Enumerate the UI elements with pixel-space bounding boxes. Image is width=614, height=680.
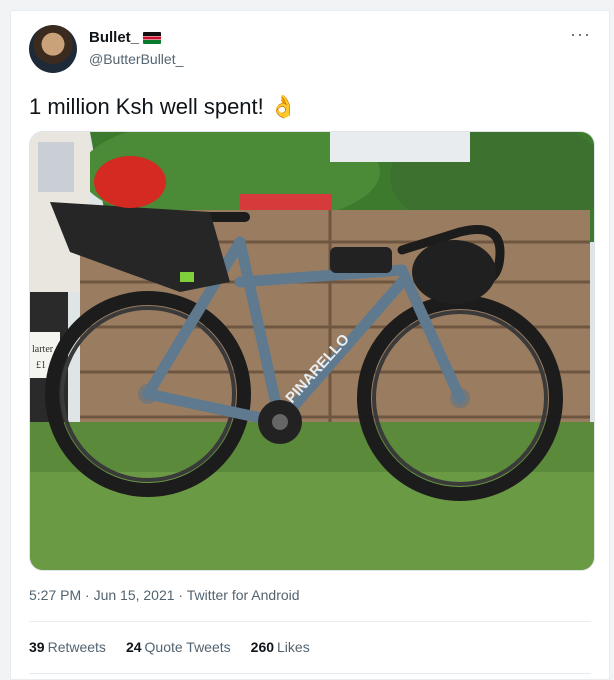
quote-tweets-stat[interactable]: 24 Quote Tweets bbox=[126, 639, 231, 655]
display-name[interactable]: Bullet_ bbox=[89, 29, 162, 47]
user-handle[interactable]: @ButterBullet_ bbox=[89, 51, 183, 67]
quote-tweets-label: Quote Tweets bbox=[144, 639, 231, 655]
likes-label: Likes bbox=[277, 639, 310, 655]
retweets-label: Retweets bbox=[47, 639, 106, 655]
tweet-timestamp[interactable]: 5:27 PM · Jun 15, 2021 · Twitter for And… bbox=[29, 587, 300, 603]
avatar[interactable] bbox=[29, 25, 77, 73]
tweet-stats: 39 Retweets 24 Quote Tweets 260 Likes bbox=[29, 639, 310, 655]
bin-label-line2: £1 bbox=[36, 360, 46, 371]
tweet-text: 1 million Ksh well spent! 👌 bbox=[29, 93, 297, 121]
quote-tweets-count: 24 bbox=[125, 639, 142, 655]
divider bbox=[29, 673, 591, 674]
retweets-stat[interactable]: 39 Retweets bbox=[29, 639, 106, 655]
more-options-icon[interactable]: ··· bbox=[570, 25, 591, 43]
likes-count: 260 bbox=[250, 639, 275, 655]
likes-stat[interactable]: 260 Likes bbox=[251, 639, 310, 655]
divider bbox=[29, 621, 591, 622]
tweet-card: Bullet_ @ButterBullet_ ··· 1 million Ksh… bbox=[10, 10, 610, 680]
kenya-flag-icon bbox=[143, 32, 162, 44]
tweet-text-body: 1 million Ksh well spent! bbox=[29, 94, 264, 119]
ok-hand-emoji-icon: 👌 bbox=[269, 94, 298, 119]
display-name-text: Bullet_ bbox=[89, 29, 140, 46]
bin-label-line1: larter bbox=[32, 344, 54, 355]
retweets-count: 39 bbox=[29, 639, 45, 655]
bicycle-photo: larter £1 PINARELLO bbox=[30, 132, 594, 570]
tweet-photo[interactable]: larter £1 PINARELLO bbox=[29, 131, 595, 571]
